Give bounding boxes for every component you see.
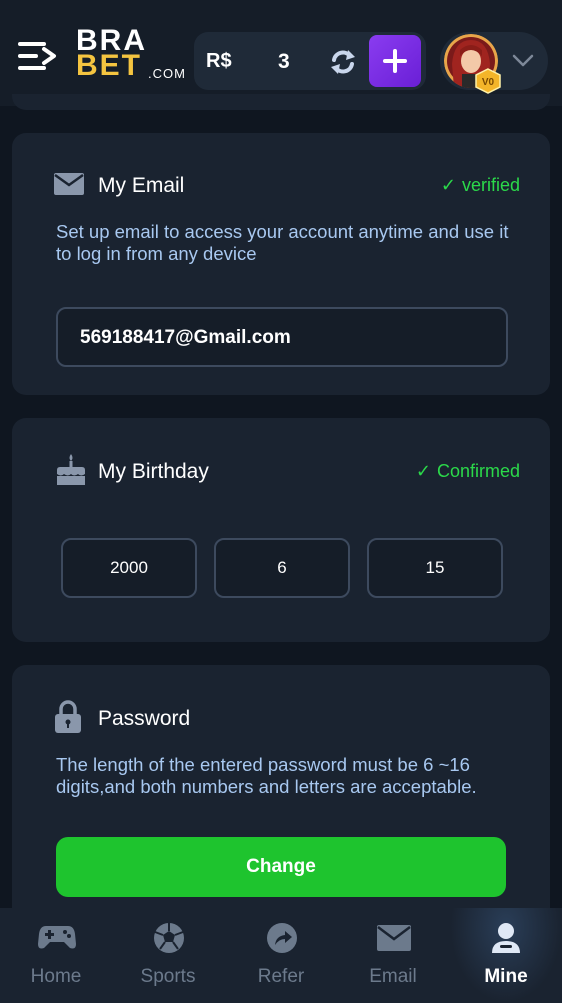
brand-logo[interactable]: BRA BET .COM [76, 26, 191, 82]
envelope-icon [377, 925, 411, 951]
email-status-text: verified [461, 175, 520, 195]
nav-sports[interactable]: Sports [112, 908, 224, 1003]
email-card: My Email ✓ verified Set up email to acces… [12, 133, 550, 395]
refresh-icon[interactable] [328, 48, 358, 76]
email-description: Set up email to access your account anyt… [56, 221, 509, 264]
chevron-down-icon[interactable] [512, 54, 534, 68]
nav-mine-label: Mine [484, 966, 528, 987]
password-card: Password The length of the entered passw… [12, 665, 550, 925]
password-description: The length of the entered password must … [56, 754, 477, 797]
balance-amount: 3 [278, 50, 290, 73]
balance-panel: R$ 3 [194, 32, 426, 90]
check-icon: ✓ [440, 175, 456, 195]
nav-email[interactable]: Email [337, 908, 449, 1003]
email-title: My Email [98, 174, 185, 197]
nav-sports-label: Sports [140, 966, 196, 987]
birthday-title: My Birthday [98, 460, 209, 483]
bottom-nav: Home Sports Refer Email Mine [0, 908, 562, 1003]
birthday-status-badge: ✓ Confirmed [416, 461, 520, 482]
email-value: 569188417@Gmail.com [80, 327, 291, 348]
share-icon [267, 923, 297, 953]
menu-icon[interactable] [18, 40, 58, 72]
soccer-ball-icon [154, 923, 184, 953]
birthday-month-field[interactable]: 6 [214, 538, 350, 598]
email-status-badge: ✓ verified [441, 175, 520, 196]
change-password-button[interactable]: Change [56, 837, 506, 897]
envelope-icon [54, 173, 84, 195]
nav-home[interactable]: Home [0, 908, 112, 1003]
lock-icon [55, 700, 81, 733]
logo-bottom-text: BET [76, 49, 142, 82]
nav-mine[interactable]: Mine [450, 908, 562, 1003]
top-bar: BRA BET .COM R$ 3 V0 [0, 0, 562, 106]
deposit-add-button[interactable] [369, 35, 421, 87]
previous-card-edge [12, 94, 550, 110]
user-menu[interactable]: V0 [440, 32, 548, 94]
logo-suffix: .COM [148, 66, 186, 81]
birthday-cake-icon [57, 454, 85, 485]
birthday-card: My Birthday ✓ Confirmed 2000 6 15 [12, 418, 550, 642]
vip-badge-icon: V0 [475, 68, 501, 94]
plus-icon [383, 49, 407, 73]
vip-badge-text: V0 [482, 77, 495, 88]
gamepad-icon [38, 926, 76, 949]
user-icon [492, 923, 520, 953]
birthday-status-text: Confirmed [436, 461, 520, 481]
birthday-day-field[interactable]: 15 [367, 538, 503, 598]
currency-label: R$ [206, 50, 232, 72]
birthday-year-field[interactable]: 2000 [61, 538, 197, 598]
nav-email-label: Email [369, 966, 417, 987]
password-title: Password [98, 707, 191, 730]
nav-refer-label: Refer [257, 966, 305, 987]
check-icon: ✓ [415, 461, 431, 481]
email-field[interactable]: 569188417@Gmail.com [56, 307, 508, 367]
nav-refer[interactable]: Refer [225, 908, 337, 1003]
nav-home-label: Home [30, 966, 82, 987]
